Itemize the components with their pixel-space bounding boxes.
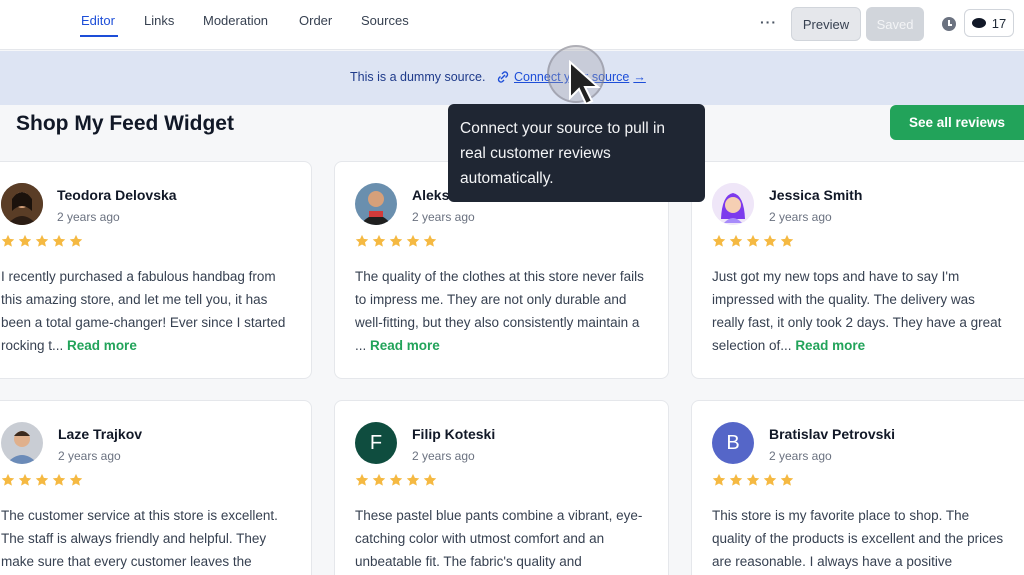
star-icon (423, 473, 437, 486)
avatar (712, 183, 754, 225)
star-icon (372, 234, 386, 247)
tab-order[interactable]: Order (299, 13, 332, 28)
tab-links[interactable]: Links (144, 13, 174, 28)
review-date: 2 years ago (769, 210, 832, 224)
tab-sources[interactable]: Sources (361, 13, 409, 28)
star-icon (372, 473, 386, 486)
star-icon (1, 473, 15, 486)
review-text: The customer service at this store is ex… (1, 504, 296, 573)
saved-button[interactable]: Saved (866, 7, 924, 41)
star-icon (712, 234, 726, 247)
star-icon (18, 473, 32, 486)
star-rating (1, 473, 83, 487)
avatar: B (712, 422, 754, 464)
read-more-link[interactable]: Read more (67, 338, 137, 353)
star-icon (423, 234, 437, 247)
star-rating (712, 234, 794, 248)
star-icon (389, 473, 403, 486)
review-text: The quality of the clothes at this store… (355, 265, 650, 357)
reviewer-name: Jessica Smith (769, 187, 863, 203)
history-clock-icon[interactable] (942, 17, 956, 31)
star-rating (355, 473, 437, 487)
reviewer-name: Aleks (412, 187, 450, 203)
see-all-reviews-button[interactable]: See all reviews (890, 105, 1024, 140)
star-icon (18, 234, 32, 247)
more-options-button[interactable]: ··· (760, 14, 777, 30)
star-icon (763, 234, 777, 247)
avatar (355, 183, 397, 225)
review-card: Laze Trajkov 2 years ago The customer se… (0, 400, 312, 575)
review-body: These pastel blue pants combine a vibran… (355, 508, 643, 569)
star-icon (406, 234, 420, 247)
avatar (1, 422, 43, 464)
star-icon (355, 234, 369, 247)
arrow-right-icon: → (633, 70, 646, 84)
active-tab-indicator (80, 35, 118, 37)
star-icon (406, 473, 420, 486)
star-icon (69, 234, 83, 247)
star-icon (746, 473, 760, 486)
read-more-link[interactable]: Read more (370, 338, 440, 353)
review-date: 2 years ago (57, 210, 120, 224)
review-text: Just got my new tops and have to say I'm… (712, 265, 1007, 357)
review-body: I recently purchased a fabulous handbag … (1, 269, 286, 353)
tab-moderation[interactable]: Moderation (203, 13, 268, 28)
connect-source-tooltip: Connect your source to pull in real cust… (448, 104, 705, 202)
star-icon (729, 234, 743, 247)
credits-count: 17 (991, 15, 1007, 31)
dummy-source-banner: This is a dummy source. Connect your sou… (0, 51, 1024, 105)
review-text: These pastel blue pants combine a vibran… (355, 504, 650, 573)
reviewer-name: Bratislav Petrovski (769, 426, 896, 442)
preview-button[interactable]: Preview (791, 7, 861, 41)
mouse-cursor-icon (569, 60, 601, 106)
avatar (1, 183, 43, 225)
star-icon (1, 234, 15, 247)
star-icon (69, 473, 83, 486)
star-icon (780, 473, 794, 486)
star-icon (389, 234, 403, 247)
avatar-initial: B (726, 431, 740, 454)
star-rating (355, 234, 437, 248)
avatar: F (355, 422, 397, 464)
star-icon (35, 234, 49, 247)
widget-title: Shop My Feed Widget (16, 112, 234, 135)
star-icon (355, 473, 369, 486)
tab-editor[interactable]: Editor (81, 13, 115, 28)
star-icon (780, 234, 794, 247)
star-rating (1, 234, 83, 248)
coin-icon (971, 18, 986, 28)
avatar-initial: F (369, 431, 383, 454)
review-body: The customer service at this store is ex… (1, 508, 278, 569)
star-rating (712, 473, 794, 487)
read-more-link[interactable]: Read more (795, 338, 865, 353)
review-text: I recently purchased a fabulous handbag … (1, 265, 296, 357)
review-card: Jessica Smith 2 years ago Just got my ne… (691, 161, 1024, 379)
star-icon (52, 473, 66, 486)
star-icon (729, 473, 743, 486)
top-navigation-bar: Editor Links Moderation Order Sources ··… (0, 0, 1024, 50)
credits-counter[interactable]: 17 (964, 9, 1014, 37)
review-card: Teodora Delovska 2 years ago I recently … (0, 161, 312, 379)
reviewer-name: Teodora Delovska (57, 187, 177, 203)
star-icon (763, 473, 777, 486)
review-date: 2 years ago (412, 210, 475, 224)
review-card: F Filip Koteski 2 years ago These pastel… (334, 400, 669, 575)
review-body: This store is my favorite place to shop.… (712, 508, 1004, 569)
banner-message: This is a dummy source. (350, 70, 486, 84)
reviewer-name: Laze Trajkov (58, 426, 143, 442)
star-icon (746, 234, 760, 247)
review-date: 2 years ago (412, 449, 475, 463)
link-icon (497, 71, 509, 83)
review-date: 2 years ago (58, 449, 121, 463)
star-icon (52, 234, 66, 247)
reviewer-name: Filip Koteski (412, 426, 496, 442)
review-text: This store is my favorite place to shop.… (712, 504, 1007, 573)
star-icon (35, 473, 49, 486)
review-date: 2 years ago (769, 449, 832, 463)
review-card: B Bratislav Petrovski 2 years ago This s… (691, 400, 1024, 575)
star-icon (712, 473, 726, 486)
